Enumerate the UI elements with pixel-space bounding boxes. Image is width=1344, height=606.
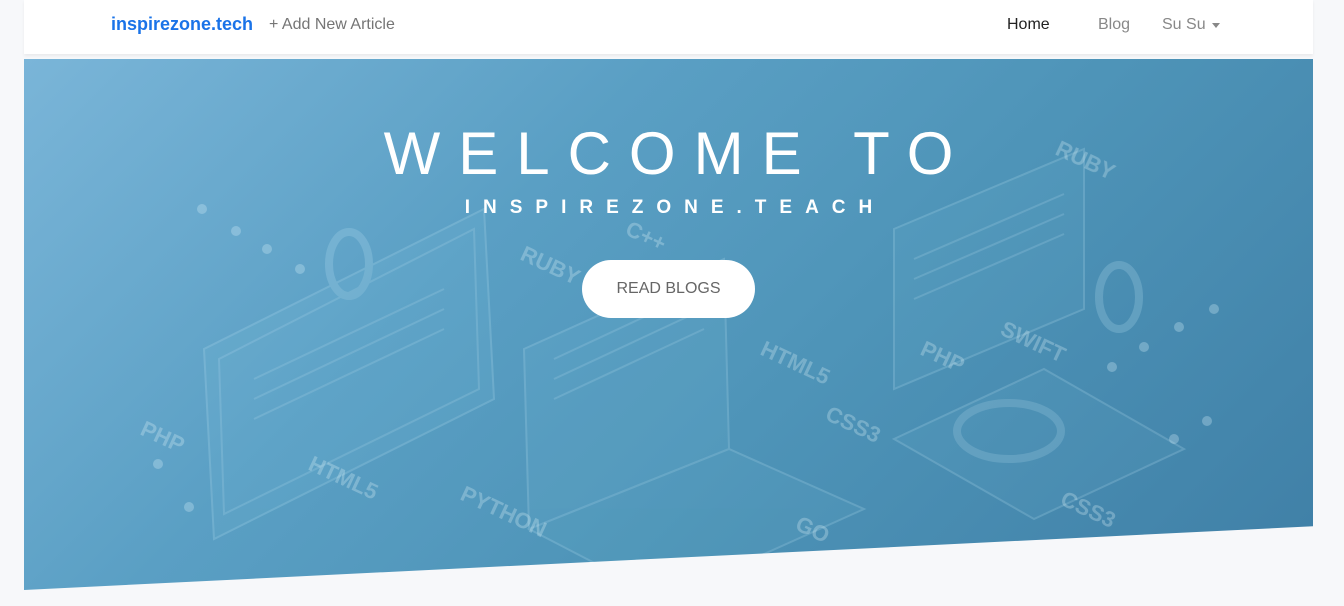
add-article-link[interactable]: + Add New Article (269, 16, 395, 34)
top-navbar: inspirezone.tech + Add New Article Home … (24, 0, 1313, 54)
brand-link[interactable]: inspirezone.tech (111, 14, 253, 35)
hero-subtitle: INSPIREZONE.TEACH (464, 197, 886, 218)
user-menu-dropdown[interactable]: Su Su (1162, 16, 1220, 34)
user-name: Su Su (1162, 16, 1206, 33)
chevron-down-icon (1211, 22, 1220, 28)
hero-title: WELCOME TO (383, 120, 972, 187)
svg-text:CSS3: CSS3 (822, 401, 885, 448)
nav-blog-link[interactable]: Blog (1098, 16, 1130, 34)
svg-text:RUBY: RUBY (517, 241, 584, 290)
nav-home-link[interactable]: Home (1007, 16, 1050, 34)
svg-text:C++: C++ (622, 216, 670, 256)
hero-banner: RUBY RUBY C++ HTML5 CSS3 PHP SWIFT PHP H… (24, 59, 1313, 590)
svg-text:PHP: PHP (137, 416, 189, 458)
read-blogs-button[interactable]: READ BLOGS (582, 260, 755, 318)
svg-text:HTML5: HTML5 (757, 336, 834, 390)
